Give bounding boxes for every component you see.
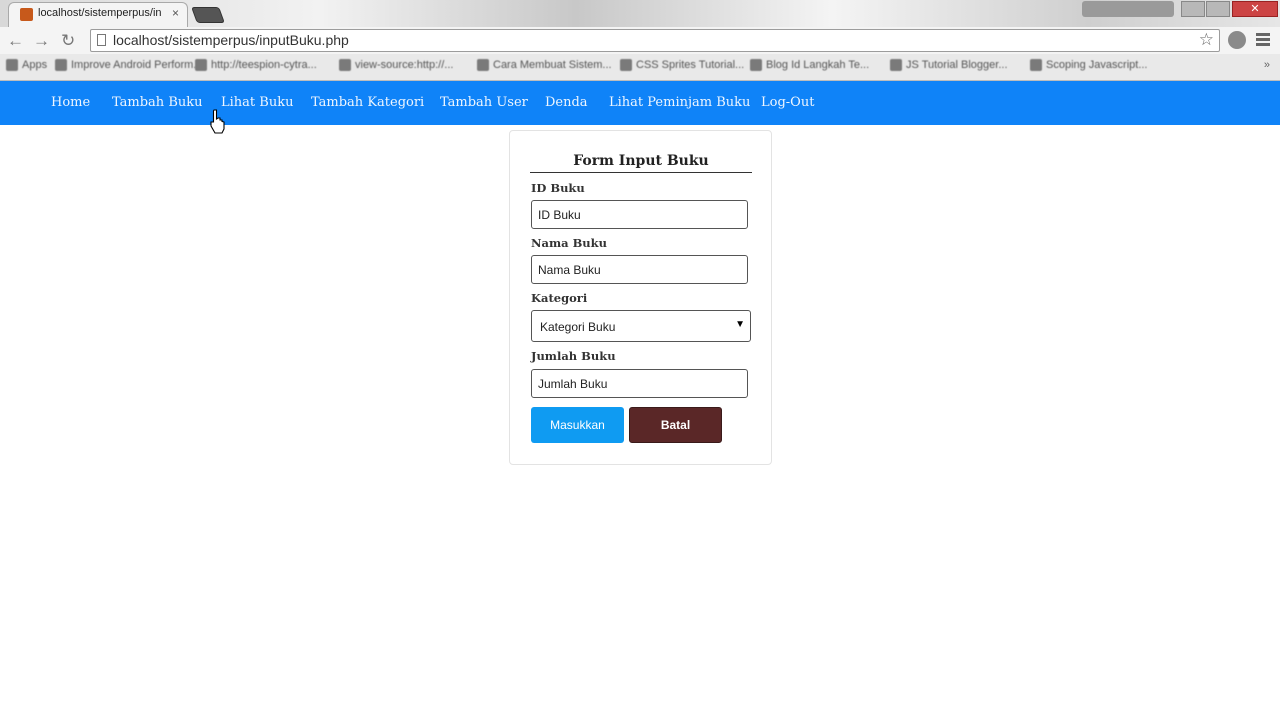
xampp-favicon-icon — [750, 59, 762, 71]
kategori-label: Kategori — [531, 291, 588, 305]
bookmark-item[interactable]: JS Tutorial Blogger... — [890, 59, 1008, 71]
nav-denda[interactable]: Denda — [545, 95, 588, 110]
batal-button[interactable]: Batal — [629, 407, 722, 443]
forward-arrow-icon[interactable]: → — [33, 31, 50, 51]
url-text[interactable]: localhost/sistemperpus/inputBuku.php — [113, 32, 349, 48]
bookmark-item[interactable]: Cara Membuat Sistem... — [477, 59, 612, 71]
bookmarks-overflow-icon[interactable]: » — [1264, 59, 1270, 71]
nav-log-out[interactable]: Log-Out — [761, 95, 814, 110]
tab-title: localhost/sistemperpus/in — [38, 7, 162, 19]
facebook-favicon-icon — [195, 59, 207, 71]
bookmarks-bar: Apps Improve Android Perform... http://t… — [0, 54, 1280, 81]
nav-tambah-kategori[interactable]: Tambah Kategori — [311, 95, 424, 110]
nav-home[interactable]: Home — [51, 95, 90, 110]
bookmark-item[interactable]: Improve Android Perform... — [55, 59, 202, 71]
page-favicon-icon — [620, 59, 632, 71]
bookmark-item[interactable]: CSS Sprites Tutorial... — [620, 59, 744, 71]
bookmark-favicon-icon — [55, 59, 67, 71]
back-arrow-icon[interactable]: ← — [7, 31, 24, 51]
page-icon — [97, 34, 106, 46]
address-bar[interactable]: localhost/sistemperpus/inputBuku.php ☆ — [90, 29, 1220, 52]
nama-buku-input[interactable] — [531, 255, 748, 284]
kategori-selected-value: Kategori Buku — [540, 320, 616, 334]
form-title: Form Input Buku — [530, 153, 752, 173]
id-buku-label: ID Buku — [531, 181, 585, 195]
tab-close-icon[interactable]: × — [172, 6, 179, 20]
id-buku-input[interactable] — [531, 200, 748, 229]
main-navbar: Home Tambah Buku Lihat Buku Tambah Kateg… — [0, 81, 1280, 125]
page-favicon-icon — [339, 59, 351, 71]
extension-icon[interactable] — [1228, 31, 1246, 49]
nav-tambah-user[interactable]: Tambah User — [440, 95, 528, 110]
jumlah-buku-label: Jumlah Buku — [531, 349, 616, 363]
jumlah-buku-input[interactable] — [531, 369, 748, 398]
bookmark-apps[interactable]: Apps — [6, 59, 47, 71]
hand-cursor-icon — [210, 109, 225, 134]
bookmark-star-icon[interactable]: ☆ — [1199, 30, 1214, 50]
xampp-favicon-icon — [20, 8, 33, 21]
maximize-button[interactable] — [1206, 1, 1230, 17]
window-close-button[interactable]: ✕ — [1232, 1, 1278, 17]
apps-icon — [6, 59, 18, 71]
bookmark-item[interactable]: Scoping Javascript... — [1030, 59, 1148, 71]
input-book-form: Form Input Buku ID Buku Nama Buku Katego… — [509, 130, 772, 465]
browser-menu-icon[interactable] — [1256, 33, 1270, 48]
globe-favicon-icon — [1030, 59, 1042, 71]
browser-toolbar: ← → ↻ localhost/sistemperpus/inputBuku.p… — [0, 27, 1280, 54]
dropdown-arrow-icon: ▼ — [735, 319, 745, 330]
browser-user-button[interactable] — [1082, 1, 1174, 17]
browser-tab-strip: localhost/sistemperpus/in × ✕ — [0, 0, 1280, 27]
nav-tambah-buku[interactable]: Tambah Buku — [112, 95, 203, 110]
bookmark-item[interactable]: Blog Id Langkah Te... — [750, 59, 869, 71]
nama-buku-label: Nama Buku — [531, 236, 607, 250]
masukkan-button[interactable]: Masukkan — [531, 407, 624, 443]
bookmark-favicon-icon — [477, 59, 489, 71]
nav-lihat-buku[interactable]: Lihat Buku — [221, 95, 293, 110]
minimize-button[interactable] — [1181, 1, 1205, 17]
facebook-favicon-icon — [890, 59, 902, 71]
bookmark-item[interactable]: view-source:http://... — [339, 59, 453, 71]
browser-tab[interactable]: localhost/sistemperpus/in × — [8, 2, 188, 27]
reload-icon[interactable]: ↻ — [61, 31, 75, 51]
nav-lihat-peminjam-buku[interactable]: Lihat Peminjam Buku — [609, 95, 750, 110]
new-tab-button[interactable] — [191, 7, 225, 23]
kategori-select[interactable]: Kategori Buku ▼ — [531, 310, 751, 342]
bookmark-item[interactable]: http://teespion-cytra... — [195, 59, 317, 71]
